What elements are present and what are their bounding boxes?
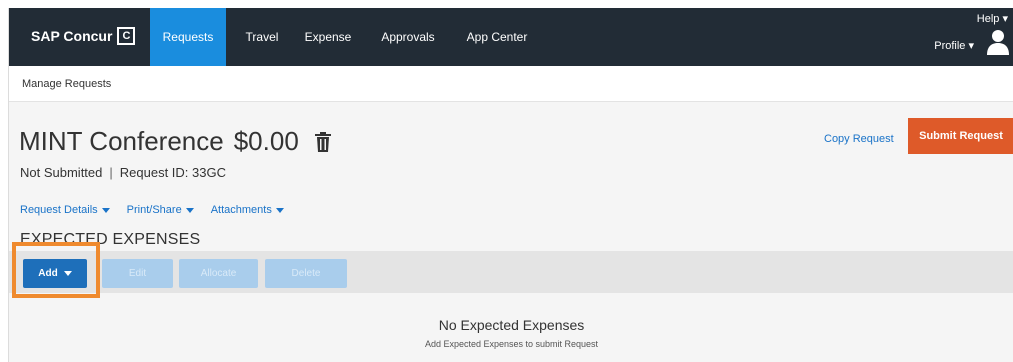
attachments-menu[interactable]: Attachments <box>211 204 284 216</box>
empty-state-title: No Expected Expenses <box>438 317 585 333</box>
nav-tab-requests[interactable]: Requests <box>150 8 226 66</box>
profile-menu[interactable]: Profile ▾ <box>934 39 974 52</box>
status-separator: | <box>109 165 113 180</box>
nav-tab-approvals[interactable]: Approvals <box>373 8 443 66</box>
detail-tabs: Request Details Print/Share Attachments <box>20 204 284 216</box>
screenshot-frame: SAP Concur C Requests Travel Expense App… <box>0 0 1013 362</box>
trash-icon[interactable] <box>314 131 331 152</box>
attachments-label: Attachments <box>210 204 272 216</box>
submit-request-button[interactable]: Submit Request <box>908 118 1013 154</box>
empty-state-subtitle: Add Expected Expenses to submit Request <box>424 339 599 349</box>
request-details-menu[interactable]: Request Details <box>20 204 110 216</box>
request-name: MINT Conference <box>19 126 224 156</box>
request-amount: $0.00 <box>233 126 299 156</box>
manage-requests-link[interactable]: Manage Requests <box>22 78 111 90</box>
caret-down-icon <box>101 207 110 213</box>
help-menu[interactable]: Help ▾ <box>977 12 1008 25</box>
sub-nav: Manage Requests <box>9 66 1013 102</box>
delete-button[interactable]: Delete <box>265 259 347 288</box>
copy-request-link[interactable]: Copy Request <box>824 133 894 145</box>
brand-logo[interactable]: SAP Concur C <box>31 27 136 45</box>
nav-tab-expense[interactable]: Expense <box>297 8 359 66</box>
nav-tab-travel[interactable]: Travel <box>234 8 290 66</box>
caret-down-icon <box>185 207 194 213</box>
page-title: MINT Conference $0.00 <box>19 126 331 157</box>
top-nav: SAP Concur C Requests Travel Expense App… <box>9 8 1013 66</box>
concur-logo-icon: C <box>117 27 136 45</box>
add-button-highlight <box>12 242 100 298</box>
caret-down-icon <box>275 207 284 213</box>
request-id: Request ID: 33GC <box>119 165 226 180</box>
allocate-button[interactable]: Allocate <box>179 259 258 288</box>
print-share-menu[interactable]: Print/Share <box>127 204 194 216</box>
status-text: Not Submitted <box>20 165 103 180</box>
request-status-line: Not Submitted | Request ID: 33GC <box>20 165 226 180</box>
user-avatar-icon[interactable] <box>986 29 1010 55</box>
nav-tab-app-center[interactable]: App Center <box>459 8 535 66</box>
brand-name: SAP Concur <box>31 28 113 44</box>
app-window: SAP Concur C Requests Travel Expense App… <box>8 8 1013 362</box>
request-details-label: Request Details <box>20 204 98 216</box>
edit-button[interactable]: Edit <box>102 259 173 288</box>
expenses-toolbar: Add Edit Allocate Delete <box>9 251 1013 293</box>
print-share-label: Print/Share <box>126 204 182 216</box>
